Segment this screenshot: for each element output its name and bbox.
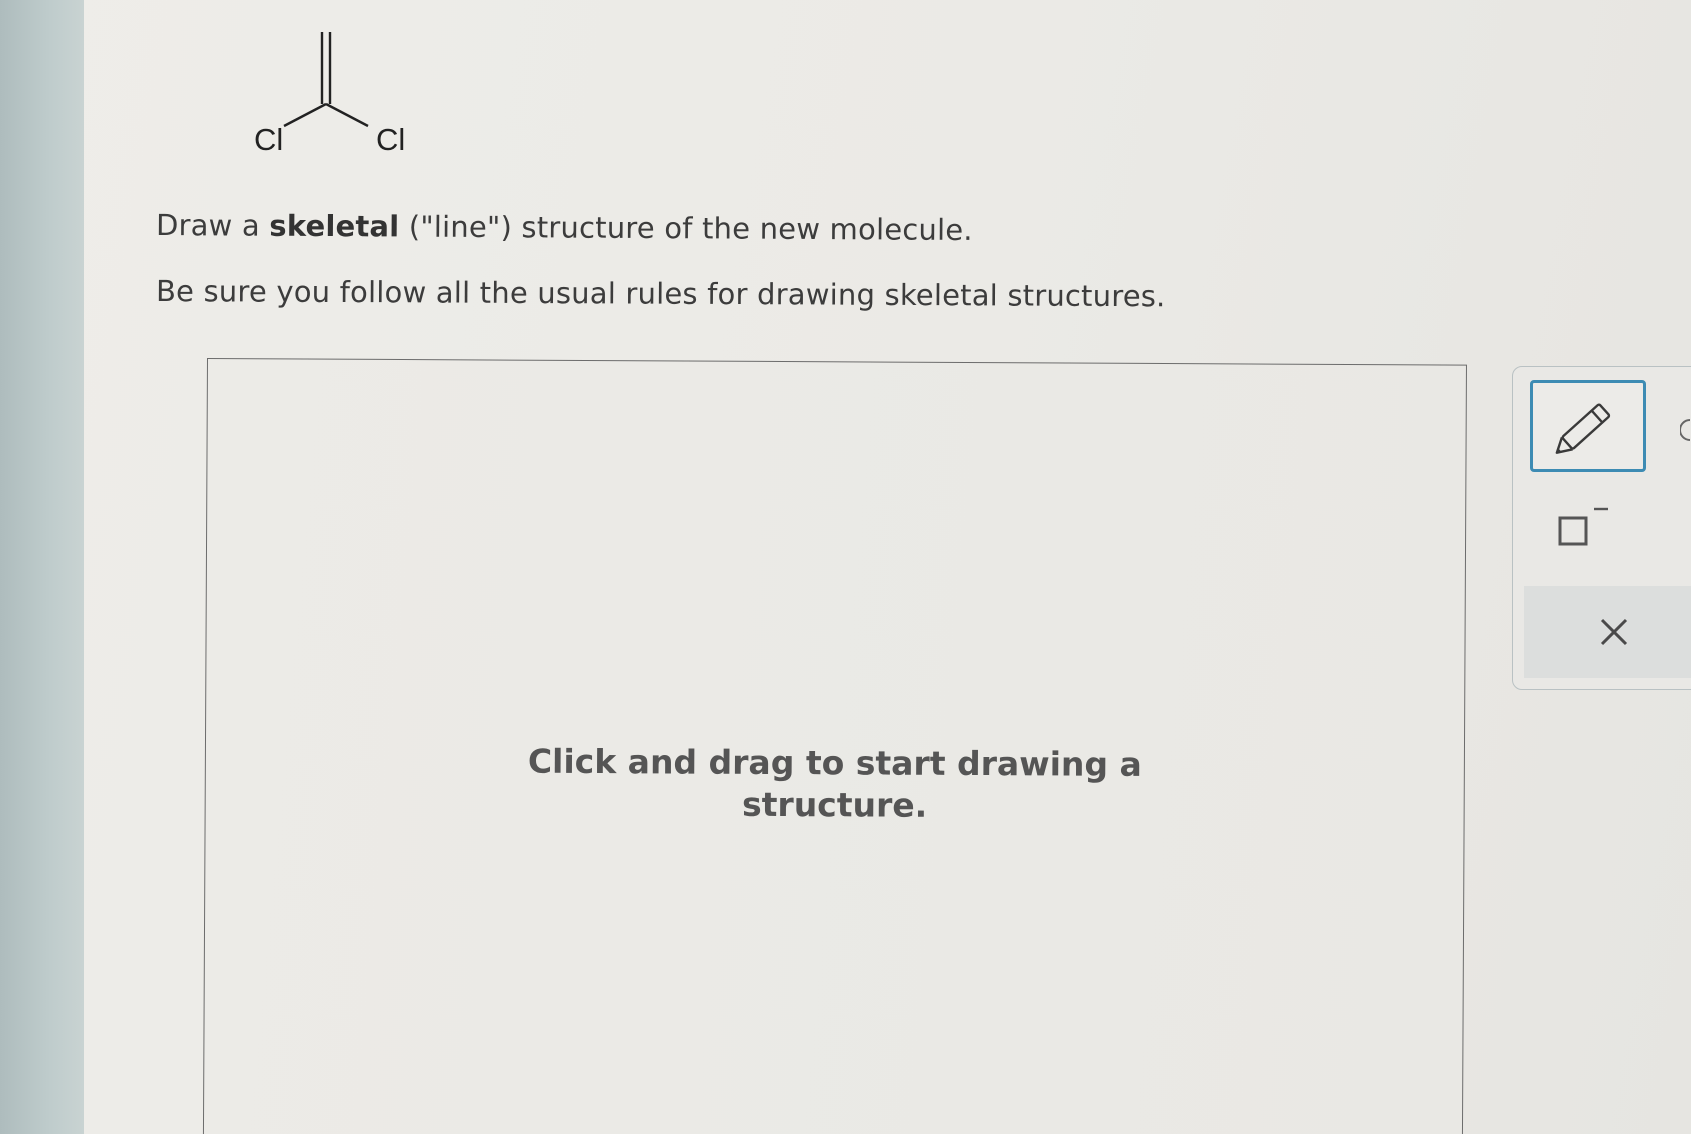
- instruction-line-2: Be sure you follow all the usual rules f…: [155, 274, 1166, 314]
- instruction-line-1: Draw a skeletal ("line") structure of th…: [156, 208, 973, 247]
- close-icon: [1600, 618, 1628, 646]
- pencil-icon: [1555, 403, 1611, 454]
- bond-right: [325, 102, 369, 128]
- canvas-hint: Click and drag to start drawing a struct…: [206, 739, 1464, 830]
- atom-label-right: Cl: [376, 122, 405, 157]
- partial-edge-icon: [1680, 419, 1691, 441]
- instruction-text: Draw a: [155, 208, 270, 243]
- canvas-hint-line-2: structure.: [741, 784, 928, 825]
- instruction-text: ("line") structure of the new molecule.: [399, 209, 973, 247]
- clear-button[interactable]: [1524, 586, 1691, 678]
- reactant-molecule: Cl Cl: [254, 32, 405, 157]
- pencil-tool-button[interactable]: [1530, 380, 1646, 472]
- charge-box-icon: [1558, 507, 1608, 546]
- bond-left: [283, 102, 327, 128]
- atom-label-left: Cl: [254, 122, 283, 157]
- drawing-canvas[interactable]: Click and drag to start drawing a struct…: [202, 358, 1467, 1134]
- instruction-bold-text: skeletal: [269, 208, 400, 244]
- page: Cl Cl Draw a skeletal ("line") structure…: [0, 0, 1691, 1134]
- left-sidebar-edge: [0, 0, 84, 1134]
- charge-tool-button[interactable]: [1550, 500, 1620, 556]
- canvas-hint-line-1: Click and drag to start drawing a: [527, 741, 1142, 784]
